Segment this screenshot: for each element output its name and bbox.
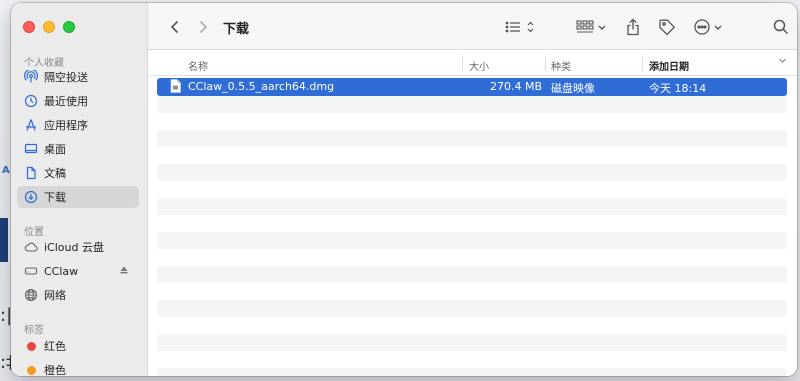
close-button[interactable]	[23, 21, 35, 33]
search-icon	[773, 19, 789, 35]
sidebar-item-recents[interactable]: 最近使用	[17, 90, 139, 112]
chevron-left-icon	[170, 20, 179, 34]
background-glyph	[0, 218, 8, 262]
column-divider[interactable]	[545, 55, 546, 71]
sidebar-item-applications[interactable]: 应用程序	[17, 114, 139, 136]
orange-tag-icon	[27, 365, 36, 375]
empty-row	[157, 266, 787, 283]
tag-button[interactable]	[656, 16, 678, 38]
grid-view-icon	[576, 20, 606, 33]
list-view-icon	[505, 21, 534, 33]
sidebar-item-airdrop[interactable]: 隔空投送	[17, 66, 139, 88]
column-divider[interactable]	[462, 55, 463, 71]
window-title: 下载	[223, 22, 250, 37]
airdrop-icon	[24, 70, 38, 84]
column-header: 名称 大小 种类 添加日期	[148, 50, 797, 76]
sidebar-item-label: 隔空投送	[44, 71, 88, 84]
eject-icon[interactable]	[119, 265, 129, 278]
sidebar-item-tag-orange[interactable]: 橙色	[17, 359, 139, 376]
sidebar-item-desktop[interactable]: 桌面	[17, 138, 139, 160]
ellipsis-circle-icon	[694, 19, 722, 35]
sort-chevron-icon[interactable]	[778, 56, 787, 68]
file-list: CClaw_0.5.5_aarch64.dmg 270.4 MB 磁盘映像 今天…	[148, 76, 797, 376]
disk-icon	[24, 264, 38, 278]
sidebar-item-tag-red[interactable]: 红色	[17, 335, 139, 357]
sidebar-section-tags: 标签	[24, 325, 44, 336]
view-options-button[interactable]	[505, 16, 539, 38]
sidebar-item-downloads[interactable]: 下载	[17, 186, 139, 208]
sidebar-item-network[interactable]: 网络	[17, 284, 139, 306]
sidebar-item-label: 红色	[44, 340, 66, 353]
sidebar-item-label: 橙色	[44, 364, 66, 376]
desktop-icon	[24, 142, 38, 156]
document-icon	[24, 166, 38, 180]
empty-row	[157, 232, 787, 249]
cloud-icon	[24, 240, 38, 254]
empty-row	[157, 198, 787, 215]
zoom-button[interactable]	[63, 21, 75, 33]
column-size[interactable]: 大小	[469, 58, 489, 73]
minimize-button[interactable]	[43, 21, 55, 33]
file-date-added: 今天 18:14	[649, 82, 707, 95]
share-button[interactable]	[624, 16, 642, 38]
empty-row	[157, 96, 787, 113]
file-kind: 磁盘映像	[551, 82, 595, 95]
file-size: 270.4 MB	[490, 80, 543, 93]
toolbar: 下载	[148, 3, 797, 50]
empty-row	[157, 334, 787, 351]
column-date-added[interactable]: 添加日期	[649, 58, 689, 73]
group-button[interactable]	[576, 16, 610, 38]
download-icon	[24, 190, 38, 204]
column-name[interactable]: 名称	[188, 58, 208, 73]
more-actions-button[interactable]	[693, 16, 727, 38]
tag-icon	[659, 19, 676, 36]
dmg-file-icon	[170, 79, 181, 96]
sidebar-item-icloud[interactable]: iCloud 云盘	[17, 236, 139, 258]
file-name: CClaw_0.5.5_aarch64.dmg	[188, 80, 335, 93]
empty-row	[157, 368, 787, 376]
background-glyph: A	[2, 165, 10, 176]
empty-row	[157, 300, 787, 317]
forward-button[interactable]	[194, 16, 212, 38]
sidebar-item-documents[interactable]: 文稿	[17, 162, 139, 184]
sidebar-item-label: 网络	[44, 289, 66, 302]
column-kind[interactable]: 种类	[551, 58, 571, 73]
applications-icon	[24, 118, 38, 132]
sidebar-item-label: iCloud 云盘	[44, 241, 104, 254]
chevron-right-icon	[199, 20, 208, 34]
empty-row	[157, 130, 787, 147]
sidebar-item-label: 应用程序	[44, 119, 88, 132]
sidebar-item-label: 下载	[44, 191, 66, 204]
red-tag-icon	[27, 341, 36, 351]
empty-row	[157, 164, 787, 181]
search-button[interactable]	[771, 16, 791, 38]
sidebar-item-cclaw[interactable]: CClaw	[17, 260, 139, 282]
file-row[interactable]: CClaw_0.5.5_aarch64.dmg 270.4 MB 磁盘映像 今天…	[157, 78, 787, 96]
share-icon	[627, 18, 639, 36]
globe-icon	[24, 288, 38, 302]
window-controls	[23, 21, 75, 33]
sidebar-item-label: 最近使用	[44, 95, 88, 108]
back-button[interactable]	[166, 16, 184, 38]
sidebar-item-label: 文稿	[44, 167, 66, 180]
sidebar: 个人收藏 隔空投送 最近使用 应用程序 桌面 文稿 下载 位置 iCloud 云…	[11, 3, 148, 376]
sidebar-item-label: CClaw	[44, 264, 79, 278]
sidebar-item-label: 桌面	[44, 143, 66, 156]
finder-window: 个人收藏 隔空投送 最近使用 应用程序 桌面 文稿 下载 位置 iCloud 云…	[11, 3, 797, 376]
clock-icon	[24, 94, 38, 108]
column-divider[interactable]	[642, 55, 643, 71]
